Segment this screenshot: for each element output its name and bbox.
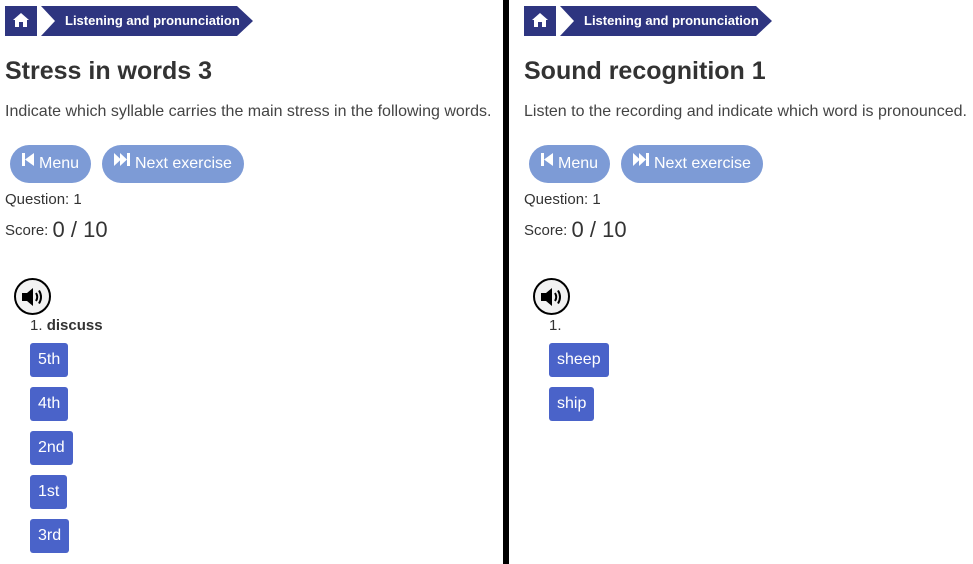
page-title: Sound recognition 1 [524,57,766,85]
answer-option[interactable]: 4th [30,387,69,421]
menu-button[interactable]: Menu [10,143,92,183]
answer-option[interactable]: sheep [549,343,609,377]
answer-options: 5th 4th 2nd 1st 3rd [30,343,73,563]
exercise-panel-left: Listening and pronunciation Stress in wo… [0,0,503,564]
question-counter: Question: 1 [5,191,82,208]
breadcrumb-section[interactable]: Listening and pronunciation [41,6,253,36]
answer-option[interactable]: 3rd [30,519,70,553]
breadcrumb-section[interactable]: Listening and pronunciation [560,6,772,36]
home-icon [532,13,548,27]
answer-option[interactable]: 5th [30,343,69,377]
answer-options: sheep ship [549,343,609,431]
skip-back-icon [541,143,553,181]
home-icon [13,13,29,27]
fast-forward-icon [114,143,130,181]
next-exercise-label: Next exercise [135,155,232,172]
menu-button[interactable]: Menu [529,143,611,183]
score-value: 0 / 10 [571,217,627,242]
play-audio-button[interactable] [533,278,570,315]
fast-forward-icon [633,143,649,181]
score-label: Score: [524,222,568,239]
answer-option[interactable]: 1st [30,475,68,509]
next-exercise-button[interactable]: Next exercise [102,145,244,183]
score: Score: 0 / 10 [524,217,627,243]
speaker-icon [22,288,42,306]
answer-option[interactable]: 2nd [30,431,73,465]
item-number: 1. [30,317,43,334]
next-exercise-label: Next exercise [654,155,751,172]
speaker-icon [541,288,561,306]
skip-back-icon [22,143,34,181]
score: Score: 0 / 10 [5,217,108,243]
page-title: Stress in words 3 [5,57,213,85]
exercise-panel-right: Listening and pronunciation Sound recogn… [509,0,973,564]
item-number: 1. [549,317,562,334]
menu-button-label: Menu [558,155,599,172]
question-item: 1. [549,317,562,334]
menu-button-label: Menu [39,155,80,172]
score-label: Score: [5,222,49,239]
question-item: 1. discuss [30,317,103,334]
instructions: Listen to the recording and indicate whi… [524,103,967,120]
item-word: discuss [46,317,103,334]
score-value: 0 / 10 [52,217,108,242]
next-exercise-button[interactable]: Next exercise [621,145,763,183]
instructions: Indicate which syllable carries the main… [5,103,492,120]
question-counter: Question: 1 [524,191,601,208]
play-audio-button[interactable] [14,278,51,315]
answer-option[interactable]: ship [549,387,595,421]
